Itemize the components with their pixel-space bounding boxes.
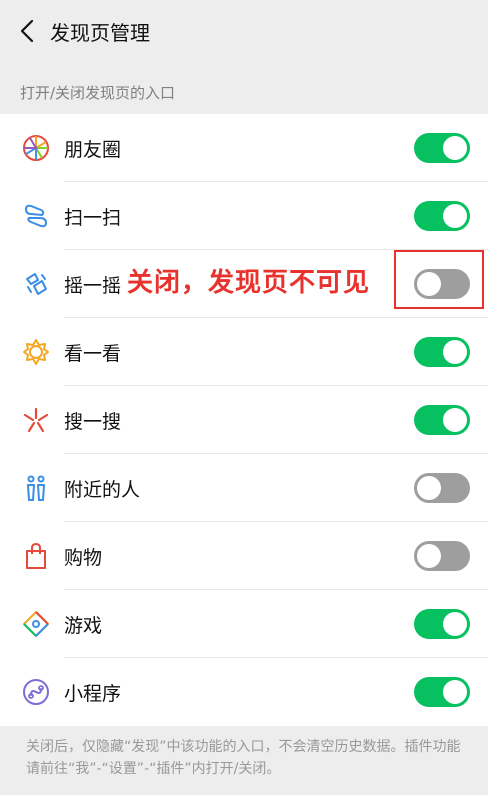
item-label: 朋友圈 [64, 138, 122, 161]
list-item-search: 搜一搜 [0, 386, 488, 454]
list-item-games: 游戏 [0, 590, 488, 658]
games-icon [23, 611, 49, 637]
list-item-scan: 扫一扫 [0, 182, 488, 250]
item-label: 看一看 [64, 342, 122, 365]
list-item-moments: 朋友圈 [0, 114, 488, 182]
item-label: 附近的人 [64, 478, 141, 501]
item-label: 搜一搜 [64, 410, 122, 433]
item-label: 游戏 [64, 614, 103, 637]
toggle-scan[interactable] [414, 201, 470, 231]
annotation-text: 关闭，发现页不可见 [127, 268, 371, 298]
toggle-search[interactable] [414, 405, 470, 435]
page-title: 发现页管理 [50, 20, 150, 45]
shake-icon [26, 273, 47, 295]
scan-icon [24, 204, 48, 228]
item-label: 购物 [64, 546, 103, 569]
list-item-shopping: 购物 [0, 522, 488, 590]
list-item-people-nearby: 附近的人 [0, 454, 488, 522]
list-item-mini-programs: 小程序 [0, 658, 488, 726]
list-item-top-stories: 看一看 [0, 318, 488, 386]
annotation-highlight-box [394, 250, 484, 309]
moments-icon [23, 135, 49, 161]
mini-programs-icon [23, 679, 49, 705]
footer-note: 关闭后，仅隐藏“发现”中该功能的入口，不会清空历史数据。插件功能请前往“我”-“… [26, 739, 461, 777]
toggle-moments[interactable] [414, 133, 470, 163]
toggle-mini-programs[interactable] [414, 677, 470, 707]
toggle-games[interactable] [414, 609, 470, 639]
section-label: 打开/关闭发现页的入口 [20, 84, 176, 102]
top-stories-icon [23, 339, 49, 365]
entry-list: 朋友圈 扫一扫 摇一摇 看一看 搜一搜 附近的人 购物 游戏 小程序 [0, 114, 488, 726]
header: 发现页管理 [0, 0, 488, 62]
people-nearby-icon [27, 475, 45, 501]
item-label: 小程序 [64, 682, 122, 705]
toggle-top-stories[interactable] [414, 337, 470, 367]
item-label: 扫一扫 [64, 206, 122, 229]
toggle-shopping[interactable] [414, 541, 470, 571]
toggle-people-nearby[interactable] [414, 473, 470, 503]
shopping-bag-icon [26, 542, 46, 569]
back-arrow-icon [20, 19, 34, 43]
search-icon [23, 407, 49, 433]
back-button[interactable] [14, 13, 40, 49]
